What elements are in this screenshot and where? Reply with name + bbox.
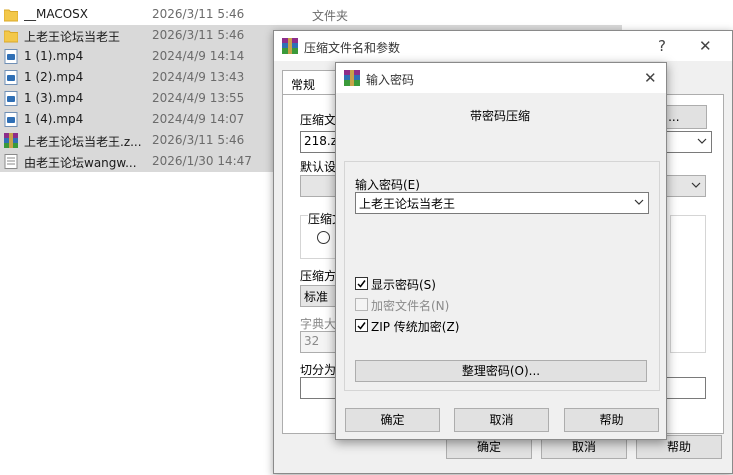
tab-general[interactable]: 常规 bbox=[282, 70, 336, 95]
encrypt-filenames-checkbox[interactable] bbox=[355, 298, 368, 311]
file-name: 由老王论坛wangw... bbox=[24, 156, 137, 170]
chevron-down-icon bbox=[691, 182, 701, 188]
default-profile-label: 默认设 bbox=[300, 160, 337, 174]
checkmark-icon bbox=[357, 322, 366, 330]
compression-method-value: 标准 bbox=[304, 290, 329, 304]
file-name: 1 (2).mp4 bbox=[24, 70, 84, 84]
password-dialog: 输入密码 ✕ 带密码压缩 输入密码(E) 上老王论坛当老王 显示密码(S) 加密… bbox=[335, 62, 667, 440]
file-modified-date: 2026/3/11 5:46 bbox=[152, 133, 245, 147]
password-dialog-title: 输入密码 bbox=[366, 73, 415, 87]
video-file-icon bbox=[4, 91, 18, 106]
archive-name-label: 压缩文 bbox=[300, 113, 337, 127]
password-input[interactable]: 上老王论坛当老王 bbox=[355, 192, 649, 214]
password-ok-button[interactable]: 确定 bbox=[345, 408, 440, 432]
password-help-button[interactable]: 帮助 bbox=[564, 408, 659, 432]
show-password-checkbox[interactable] bbox=[355, 277, 368, 290]
file-name: 1 (1).mp4 bbox=[24, 49, 84, 63]
file-modified-date: 2024/4/9 14:07 bbox=[152, 112, 245, 126]
folder-icon bbox=[3, 7, 19, 22]
file-name: 1 (3).mp4 bbox=[24, 91, 84, 105]
password-heading: 带密码压缩 bbox=[470, 109, 531, 123]
tab-general-label: 常规 bbox=[291, 78, 316, 92]
password-value: 上老王论坛当老王 bbox=[359, 197, 456, 211]
help-icon[interactable]: ? bbox=[658, 37, 666, 55]
password-titlebar: 输入密码 ✕ bbox=[336, 63, 666, 93]
encrypt-filenames-label: 加密文件名(N) bbox=[371, 299, 450, 313]
dictionary-size-value: 32 bbox=[304, 334, 320, 348]
folder-icon bbox=[3, 28, 19, 43]
file-modified-date: 2024/4/9 14:14 bbox=[152, 49, 245, 63]
video-file-icon bbox=[4, 112, 18, 127]
winrar-icon bbox=[344, 70, 360, 86]
compression-method-label: 压缩方 bbox=[300, 269, 337, 283]
file-type: 文件夹 bbox=[312, 9, 349, 23]
video-file-icon bbox=[4, 49, 18, 64]
file-name: 1 (4).mp4 bbox=[24, 112, 84, 126]
checkmark-icon bbox=[357, 280, 366, 288]
organize-passwords-button[interactable]: 整理密码(O)... bbox=[355, 360, 647, 382]
file-name: 上老王论坛当老王 bbox=[24, 30, 121, 44]
winrar-icon bbox=[282, 38, 298, 54]
password-label: 输入密码(E) bbox=[355, 178, 420, 192]
zip-legacy-encryption-label: ZIP 传统加密(Z) bbox=[371, 320, 460, 334]
file-modified-date: 2024/4/9 13:55 bbox=[152, 91, 245, 105]
file-modified-date: 2026/3/11 5:46 bbox=[152, 28, 245, 42]
file-name: __MACOSX bbox=[24, 7, 89, 21]
outer-dialog-title: 压缩文件名和参数 bbox=[304, 41, 401, 55]
file-modified-date: 2024/4/9 13:43 bbox=[152, 70, 245, 84]
zip-legacy-encryption-checkbox[interactable] bbox=[355, 319, 368, 332]
chevron-down-icon bbox=[697, 138, 707, 144]
password-group: 输入密码(E) 上老王论坛当老王 显示密码(S) 加密文件名(N) ZIP 传统… bbox=[344, 161, 660, 391]
file-modified-date: 2026/1/30 14:47 bbox=[152, 154, 252, 168]
show-password-label: 显示密码(S) bbox=[371, 278, 436, 292]
format-radio[interactable] bbox=[317, 231, 330, 244]
dictionary-size-label: 字典大 bbox=[300, 317, 337, 331]
file-name: 上老王论坛当老王.z... bbox=[24, 135, 142, 149]
video-file-icon bbox=[4, 70, 18, 85]
chevron-down-icon bbox=[634, 199, 644, 205]
text-file-icon bbox=[4, 154, 18, 169]
options-group bbox=[670, 215, 706, 353]
password-close-icon[interactable]: ✕ bbox=[644, 69, 657, 87]
outer-titlebar: 压缩文件名和参数 ? ✕ bbox=[274, 31, 732, 61]
split-volumes-label: 切分为 bbox=[300, 363, 337, 377]
outer-close-icon[interactable]: ✕ bbox=[699, 37, 712, 55]
archive-icon bbox=[4, 133, 18, 148]
file-modified-date: 2026/3/11 5:46 bbox=[152, 7, 245, 21]
password-cancel-button[interactable]: 取消 bbox=[454, 408, 549, 432]
file-row[interactable]: __MACOSX 2026/3/11 5:46 文件夹 bbox=[0, 4, 622, 25]
